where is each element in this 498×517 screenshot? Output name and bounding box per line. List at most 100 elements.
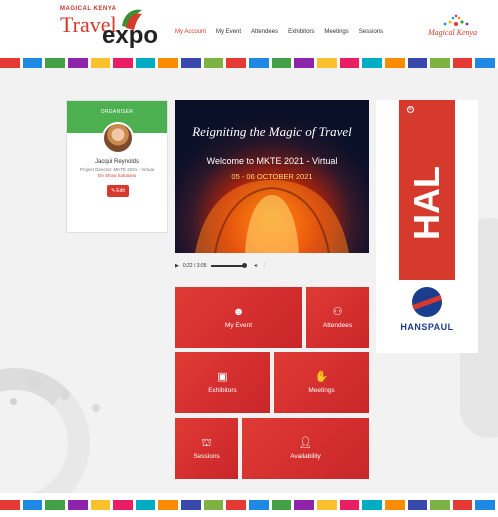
stripe-segment	[135, 500, 156, 510]
video-dates: 05 - 06 OCTOBER 2021	[231, 172, 313, 181]
stripe-segment	[452, 58, 473, 68]
more-options-icon[interactable]: ⋮	[262, 263, 267, 269]
availability-tile[interactable]: 👤︎ Availability	[242, 418, 369, 479]
edit-label: Edit	[116, 188, 125, 194]
welcome-video[interactable]: Reigniting the Magic of Travel Welcome t…	[175, 100, 369, 253]
stripe-segment	[384, 500, 405, 510]
stripe-segment	[22, 500, 43, 510]
hal-logo-text: HAL	[406, 166, 447, 240]
podium-icon: ⛫	[201, 436, 212, 449]
stripe-segment	[158, 58, 179, 68]
stripe-segment	[226, 500, 247, 510]
magical-kenya-logo[interactable]: Magical Kenya	[428, 14, 484, 50]
video-script-title: Reigniting the Magic of Travel	[192, 124, 352, 139]
meetings-tile[interactable]: ✋ Meetings	[274, 352, 369, 413]
decorative-circle	[0, 368, 90, 493]
audio-player: ▶ 0:22 / 3:05 🔊︎ ⋮	[175, 258, 275, 274]
stripe-segment	[45, 500, 65, 510]
audio-time: 0:22 / 3:05	[182, 263, 207, 269]
my-event-label: My Event	[224, 321, 253, 329]
stripe-segment	[362, 500, 382, 510]
attendees-icon: ⚇	[332, 305, 343, 318]
my-event-tile[interactable]: ☻ My Event	[175, 287, 302, 348]
stripe-segment	[113, 58, 133, 68]
nav-exhibitors[interactable]: Exhibitors	[288, 29, 314, 35]
play-icon[interactable]: ▶	[175, 263, 179, 269]
stripe-segment	[226, 58, 247, 68]
hanspaul-text: HANSPAUL	[400, 322, 454, 332]
hal-banner: ® HAL	[399, 100, 455, 280]
stripe-segment	[203, 58, 224, 68]
sponsor-ad[interactable]: ® HAL HANSPAUL	[376, 100, 478, 353]
stripe-segment	[294, 500, 314, 510]
exhibitors-label: Exhibitors	[208, 386, 237, 394]
stripe-segment	[113, 500, 133, 510]
stripe-segment	[271, 58, 292, 68]
stripe-segment	[475, 58, 496, 68]
logo-expo-text: expo	[102, 22, 159, 49]
video-welcome-text: Welcome to MKTE 2021 - Virtual	[206, 156, 338, 166]
edit-button[interactable]: ✎ Edit	[107, 185, 129, 197]
stripe-segment	[181, 58, 201, 68]
organiser-name: Jacqui Reynolds	[94, 159, 140, 165]
stripe-segment	[384, 58, 405, 68]
audio-progress-slider[interactable]	[210, 263, 247, 268]
stripe-segment	[135, 58, 156, 68]
stripe-segment	[407, 58, 428, 68]
handshake-icon: ✋	[314, 370, 329, 383]
decorative-circle	[60, 390, 70, 400]
meetings-label: Meetings	[308, 386, 335, 394]
stripe-segment	[430, 58, 450, 68]
stripe-segment	[22, 58, 43, 68]
kenya-crown-icon	[443, 14, 469, 26]
nav-sessions[interactable]: Sessions	[359, 29, 383, 35]
registered-icon: ®	[407, 106, 414, 113]
stripe-segment	[339, 58, 360, 68]
stripe-segment	[0, 500, 20, 510]
stripe-segment	[158, 500, 179, 510]
stripe-segment	[362, 58, 382, 68]
stripe-segment	[181, 500, 201, 510]
edit-icon: ✎	[111, 188, 116, 194]
exhibitors-tile[interactable]: ▣ Exhibitors	[175, 352, 270, 413]
stripe-segment	[430, 500, 450, 510]
nav-attendees[interactable]: Attendees	[251, 29, 278, 35]
organiser-title: Project Director: MKTE 2021 - Virtual	[80, 167, 154, 172]
stripe-segment	[339, 500, 360, 510]
stripe-segment	[90, 58, 111, 68]
attendees-label: Attendees	[322, 321, 353, 329]
availability-label: Availability	[290, 452, 321, 460]
stripe-segment	[452, 500, 473, 510]
sessions-tile[interactable]: ⛫ Sessions	[175, 418, 238, 479]
hanspaul-logo-icon	[412, 287, 442, 317]
stripe-segment	[249, 500, 269, 510]
stripe-segment	[67, 500, 88, 510]
magical-kenya-text: Magical Kenya	[428, 28, 478, 37]
nav-my-event[interactable]: My Event	[216, 29, 241, 35]
travel-expo-logo[interactable]: MAGICAL KENYA Travel expo	[58, 2, 158, 50]
stripe-segment	[475, 500, 496, 510]
stripe-segment	[0, 58, 20, 68]
decorative-circle	[28, 376, 42, 390]
color-stripe-top	[0, 58, 498, 68]
sessions-label: Sessions	[193, 452, 220, 460]
smiley-icon: ☻	[232, 305, 245, 318]
nav-meetings[interactable]: Meetings	[324, 29, 348, 35]
stripe-segment	[407, 500, 428, 510]
site-header: MAGICAL KENYA Travel expo My Account My …	[0, 0, 498, 58]
id-badge-icon: ▣	[217, 370, 228, 383]
stripe-segment	[294, 58, 314, 68]
user-clock-icon: 👤︎	[298, 436, 313, 449]
decorative-circle	[92, 404, 100, 412]
stripe-segment	[67, 58, 88, 68]
stripe-segment	[45, 58, 65, 68]
stripe-segment	[90, 500, 111, 510]
main-nav: My Account My Event Attendees Exhibitors…	[175, 29, 383, 35]
organiser-company[interactable]: On Show Solutions	[67, 173, 167, 178]
volume-icon[interactable]: 🔊︎	[255, 263, 258, 269]
attendees-tile[interactable]: ⚇ Attendees	[306, 287, 369, 348]
nav-my-account[interactable]: My Account	[175, 29, 206, 35]
stripe-segment	[249, 58, 269, 68]
stripe-segment	[203, 500, 224, 510]
stripe-segment	[316, 500, 337, 510]
